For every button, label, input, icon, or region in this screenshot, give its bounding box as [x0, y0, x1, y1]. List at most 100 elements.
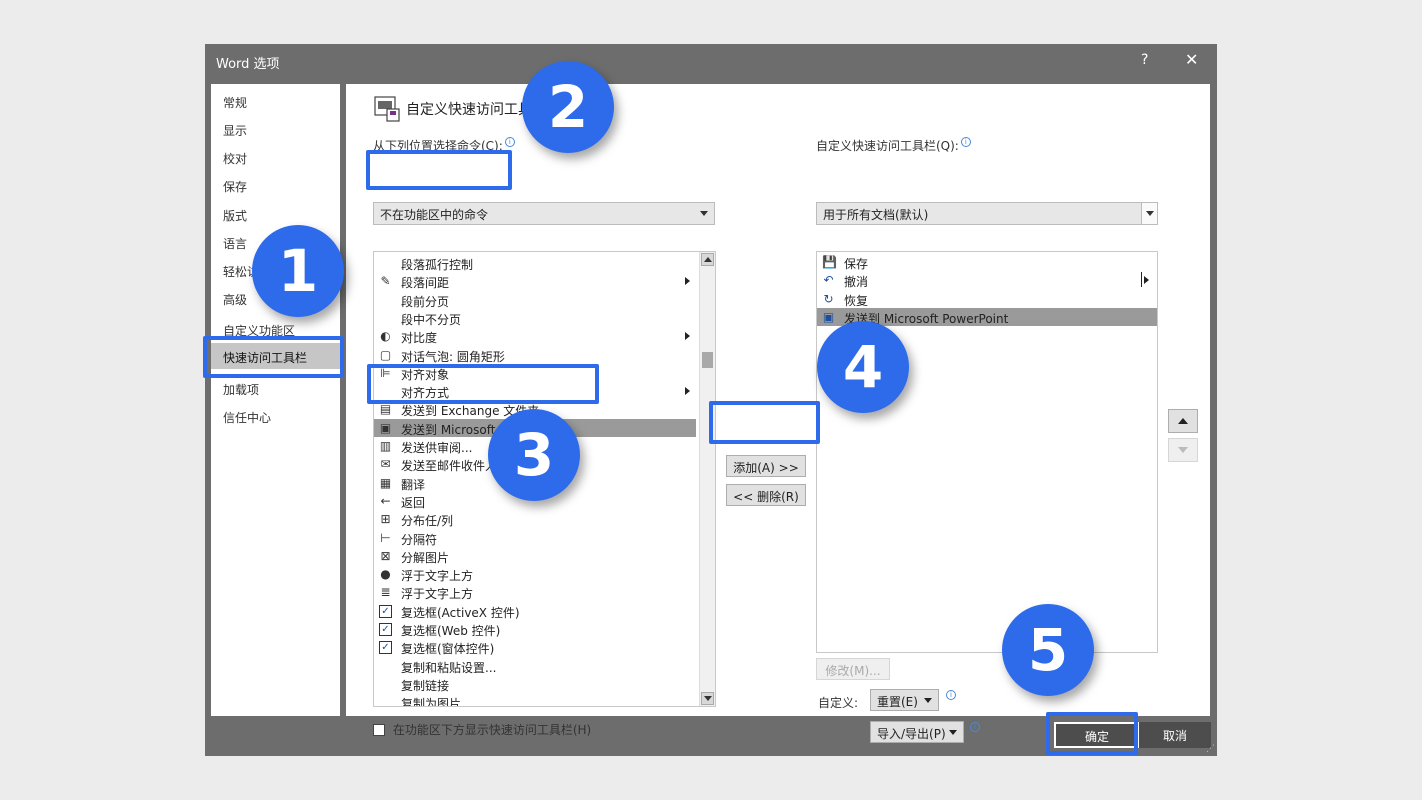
import-export-label: 导入/导出(P) [877, 727, 946, 741]
command-icon: ⊞ [380, 512, 391, 527]
callout-1: 1 [252, 225, 344, 317]
nav-item[interactable]: 版式 [211, 201, 340, 227]
command-icon: ≣ [380, 585, 391, 600]
chevron-down-icon [700, 211, 708, 216]
command-item[interactable]: ▢ 对话气泡: 圆角矩形 [374, 346, 696, 364]
command-label: 分布任/列 [401, 514, 454, 529]
nav-item[interactable]: 信任中心 [211, 403, 340, 429]
move-up-button[interactable] [1168, 409, 1198, 433]
command-label: 复选框(ActiveX 控件) [401, 605, 520, 620]
options-nav: 常规 显示 校对 保存 版式 语言 轻松访问 高级 自定义功能区 快速访问工具栏 加载项 信任中心 [211, 84, 340, 716]
command-item[interactable]: ≣ 浮于文字上方 [374, 583, 696, 602]
command-item[interactable]: 复制为图片... [374, 693, 696, 706]
highlight-add-button [709, 401, 820, 444]
nav-item[interactable]: 保存 [211, 172, 340, 198]
customize-toolbar-label-text: 自定义快速访问工具栏(Q): [816, 139, 959, 153]
command-item[interactable]: ● 浮于文字上方 [374, 565, 696, 584]
checkbox-icon: ✓ [379, 604, 392, 618]
show-below-ribbon-option[interactable]: 在功能区下方显示快速访问工具栏(H) [373, 721, 591, 738]
command-item[interactable]: ✓ 复选框(Web 控件) [374, 620, 696, 638]
chevron-down-icon [949, 730, 957, 735]
toolbar-item-label: 保存 [844, 257, 869, 271]
command-label: 复制链接 [401, 678, 450, 693]
cancel-button[interactable]: 取消 [1139, 722, 1211, 748]
quick-access-toolbar-icon [373, 95, 403, 123]
move-down-button[interactable] [1168, 438, 1198, 462]
command-icon: ▣ [379, 420, 392, 435]
command-icon: ⊢ [380, 530, 391, 545]
command-label: 翻译 [401, 477, 426, 492]
add-button[interactable]: 添加(A) >> [726, 455, 806, 477]
command-label: 复选框(窗体控件) [401, 642, 495, 657]
command-item[interactable]: ⊢ 分隔符 [374, 529, 696, 547]
customize-toolbar-label: 自定义快速访问工具栏(Q): i [816, 137, 971, 154]
command-item[interactable]: ✎ 段落间距 [374, 272, 696, 290]
toolbar-items-list[interactable]: 💾 保存 ↶ 撤消 ↻ 恢复 ▣ 发送到 Microsoft PowerPoint [816, 251, 1158, 653]
command-item[interactable]: ⊞ 分布任/列 [374, 510, 696, 529]
show-below-ribbon-label: 在功能区下方显示快速访问工具栏(H) [392, 723, 592, 737]
nav-item[interactable]: 加载项 [211, 375, 340, 401]
scroll-up-button[interactable] [701, 253, 714, 266]
modify-button[interactable]: 修改(M)... [816, 658, 890, 680]
help-button[interactable]: ? [1141, 52, 1148, 68]
submenu-arrow-icon [685, 332, 690, 341]
command-icon: ▦ [379, 475, 392, 490]
command-label: 段前分页 [401, 294, 450, 309]
scroll-down-button[interactable] [701, 692, 714, 705]
command-label: 返回 [401, 495, 426, 510]
resize-grip-icon[interactable]: ⋰ [1206, 744, 1215, 754]
customize-toolbar-combo[interactable]: 用于所有文档(默认) [816, 202, 1158, 225]
command-label: 复制和粘贴设置... [401, 660, 497, 675]
callout-2: 2 [522, 61, 614, 153]
checkbox-icon: ✓ [379, 641, 392, 655]
nav-item[interactable]: 显示 [211, 116, 340, 142]
command-label: 分解图片 [401, 550, 450, 565]
command-icon: ✎ [380, 274, 391, 289]
choose-from-combo[interactable]: 不在功能区中的命令 [373, 202, 715, 225]
toolbar-item[interactable]: ↶ 撤消 [817, 271, 1157, 289]
command-item[interactable]: 复制链接 [374, 675, 696, 693]
nav-item[interactable]: 常规 [211, 88, 340, 114]
command-item[interactable]: ✓ 复选框(窗体控件) [374, 638, 696, 656]
command-item[interactable]: ✓ 复选框(ActiveX 控件) [374, 602, 696, 620]
command-label: 浮于文字上方 [401, 569, 474, 584]
command-label: 浮于文字上方 [401, 587, 474, 602]
close-button[interactable]: ✕ [1185, 50, 1198, 69]
commands-scrollbar[interactable] [699, 252, 715, 706]
command-icon: ⊠ [380, 548, 391, 563]
toolbar-item-icon: ↶ [823, 273, 834, 288]
command-icon: ● [380, 567, 391, 582]
command-label: 发送供审阅... [401, 441, 473, 455]
command-item[interactable]: 段落孤行控制 [374, 254, 696, 272]
command-item[interactable]: 复制和粘贴设置... [374, 657, 696, 675]
customize-toolbar-value: 用于所有文档(默认) [823, 208, 929, 222]
toolbar-item[interactable]: 💾 保存 [817, 253, 1157, 272]
command-item[interactable]: 段中不分页 [374, 309, 696, 327]
command-label: 对话气泡: 圆角矩形 [401, 349, 505, 364]
toolbar-item-label: 撤消 [844, 275, 869, 290]
remove-button[interactable]: << 删除(R) [726, 484, 806, 506]
command-item[interactable]: ⊠ 分解图片 [374, 547, 696, 565]
toolbar-item[interactable]: ↻ 恢复 [817, 290, 1157, 308]
highlight-choose-from [366, 150, 512, 190]
command-label: 对比度 [401, 331, 438, 346]
command-icon: ▥ [379, 439, 392, 453]
reset-button[interactable]: 重置(E) [870, 689, 939, 711]
command-icon: ✉ [380, 457, 391, 472]
command-label: 发送至邮件收件人 [401, 459, 498, 474]
separator [1141, 272, 1142, 288]
choose-from-value: 不在功能区中的命令 [380, 208, 489, 222]
command-item[interactable]: ◐ 对比度 [374, 327, 696, 345]
highlight-command [367, 364, 599, 404]
scroll-thumb[interactable] [702, 352, 713, 368]
command-label: 段落孤行控制 [401, 258, 474, 272]
toolbar-item-icon: ↻ [823, 291, 834, 306]
customize-text: 自定义: [818, 696, 859, 710]
command-label: 段落间距 [401, 276, 450, 291]
import-export-button[interactable]: 导入/导出(P) [870, 721, 964, 743]
command-icon: ← [380, 493, 391, 508]
show-below-ribbon-checkbox[interactable] [373, 723, 385, 736]
info-icon: i [960, 137, 971, 147]
nav-item[interactable]: 校对 [211, 144, 340, 170]
command-item[interactable]: 段前分页 [374, 291, 696, 309]
